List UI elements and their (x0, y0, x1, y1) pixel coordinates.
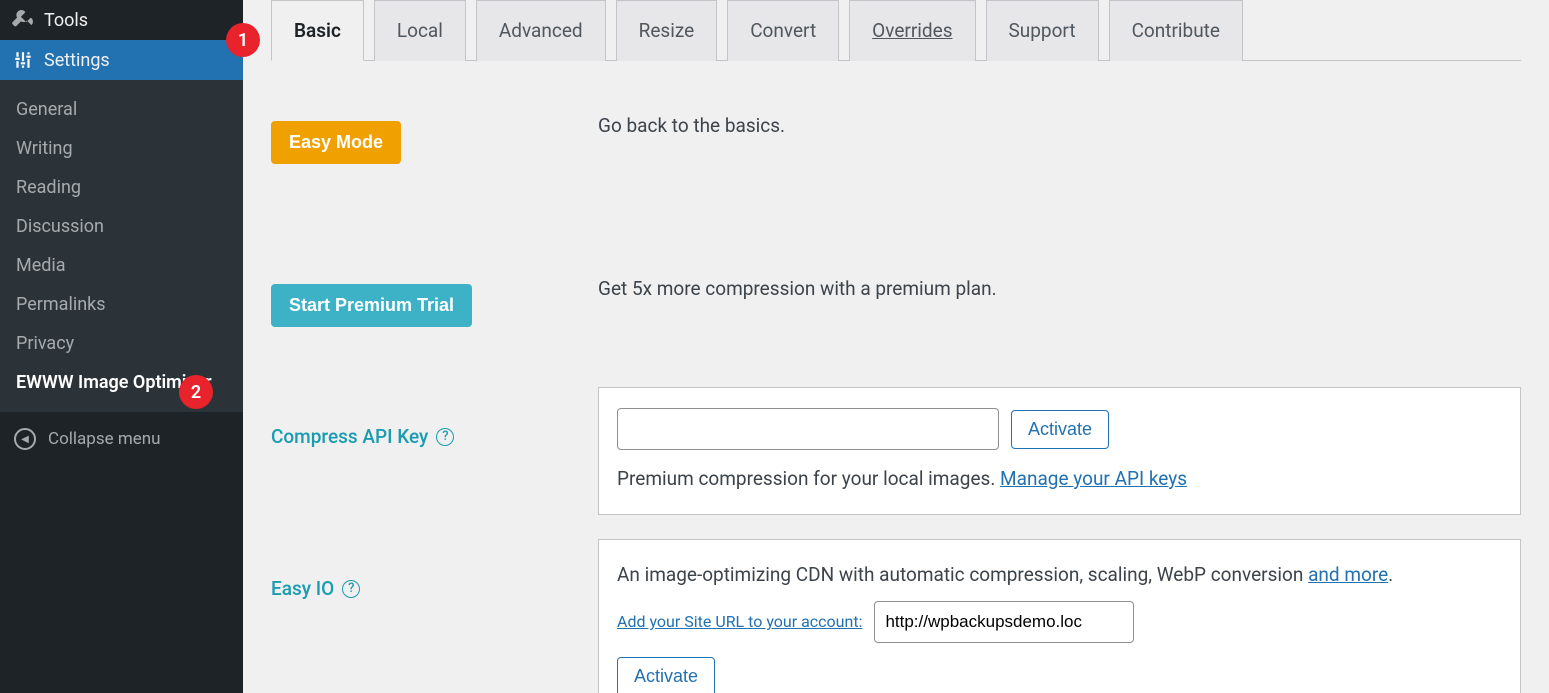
row-premium: Start Premium Trial Get 5x more compress… (271, 274, 1521, 327)
manage-api-keys-link[interactable]: Manage your API keys (1000, 467, 1187, 490)
help-icon[interactable]: ? (436, 428, 454, 446)
submenu-reading[interactable]: Reading (0, 168, 243, 207)
menu-tools-label: Tools (44, 10, 88, 31)
submenu-discussion[interactable]: Discussion (0, 207, 243, 246)
row-easy-mode: Easy Mode Go back to the basics. (271, 111, 1521, 164)
submenu-general[interactable]: General (0, 90, 243, 129)
easy-mode-desc: Go back to the basics. (598, 111, 1521, 141)
easyio-label: Easy IO ? (271, 567, 598, 600)
easyio-label-text: Easy IO (271, 577, 334, 600)
period: . (1388, 563, 1393, 586)
api-activate-button[interactable]: Activate (1011, 410, 1109, 449)
tab-resize[interactable]: Resize (616, 0, 718, 61)
form-area: Easy Mode Go back to the basics. Start P… (271, 111, 1521, 693)
help-icon[interactable]: ? (342, 580, 360, 598)
collapse-menu[interactable]: Collapse menu (0, 418, 243, 460)
menu-settings-label: Settings (44, 50, 110, 71)
sliders-icon (12, 49, 34, 71)
site-url-input[interactable] (874, 601, 1134, 643)
tab-support[interactable]: Support (986, 0, 1099, 61)
easy-mode-label-cell: Easy Mode (271, 111, 598, 164)
start-premium-button[interactable]: Start Premium Trial (271, 284, 472, 327)
submenu-permalinks[interactable]: Permalinks (0, 285, 243, 324)
and-more-link[interactable]: and more (1308, 563, 1388, 586)
settings-tabs: Basic Local Advanced Resize Convert Over… (271, 0, 1521, 61)
tab-local[interactable]: Local (374, 0, 466, 61)
premium-desc: Get 5x more compression with a premium p… (598, 274, 1521, 304)
tab-overrides[interactable]: Overrides (849, 0, 975, 61)
api-key-label-text: Compress API Key (271, 425, 428, 448)
tab-contribute[interactable]: Contribute (1109, 0, 1243, 61)
add-site-url-link[interactable]: Add your Site URL to your account: (617, 612, 862, 631)
easyio-desc: An image-optimizing CDN with automatic c… (617, 560, 1502, 590)
submenu-ewww[interactable]: EWWW Image Optimizer 2 (0, 363, 243, 402)
tab-basic[interactable]: Basic (271, 0, 364, 61)
easyio-panel: An image-optimizing CDN with automatic c… (598, 539, 1521, 693)
menu-tools[interactable]: Tools (0, 0, 243, 40)
api-key-input[interactable] (617, 408, 999, 450)
api-desc: Premium compression for your local image… (617, 464, 1502, 494)
easyio-activate-button[interactable]: Activate (617, 657, 715, 693)
submenu-privacy[interactable]: Privacy (0, 324, 243, 363)
easyio-desc-text: An image-optimizing CDN with automatic c… (617, 563, 1308, 586)
premium-label-cell: Start Premium Trial (271, 274, 598, 327)
api-key-panel: Activate Premium compression for your lo… (598, 387, 1521, 515)
tab-advanced[interactable]: Advanced (476, 0, 606, 61)
settings-submenu: General Writing Reading Discussion Media… (0, 80, 243, 412)
api-key-label: Compress API Key ? (271, 415, 598, 448)
easy-mode-button[interactable]: Easy Mode (271, 121, 401, 164)
menu-settings[interactable]: Settings 1 (0, 40, 243, 80)
badge-1: 1 (226, 23, 260, 57)
tab-convert[interactable]: Convert (727, 0, 839, 61)
collapse-icon (14, 428, 36, 450)
admin-sidebar: Tools Settings 1 General Writing Reading… (0, 0, 243, 693)
wrench-icon (12, 9, 34, 31)
submenu-writing[interactable]: Writing (0, 129, 243, 168)
collapse-label: Collapse menu (48, 429, 161, 449)
main-content: Basic Local Advanced Resize Convert Over… (243, 0, 1549, 693)
api-desc-text: Premium compression for your local image… (617, 467, 1000, 490)
submenu-media[interactable]: Media (0, 246, 243, 285)
badge-2: 2 (179, 375, 213, 409)
